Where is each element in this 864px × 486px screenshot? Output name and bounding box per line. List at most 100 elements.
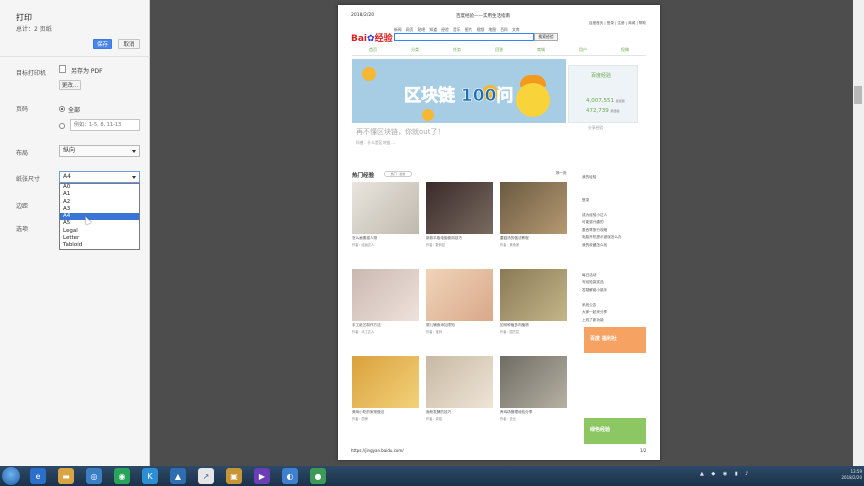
print-preview-page[interactable]: 2018/2/20 百度经验——实用生活指南 百度首页 | 登录 | 注册 | … (338, 5, 660, 460)
paper-option[interactable]: Letter (60, 235, 139, 242)
scrollbar-thumb[interactable] (854, 86, 862, 104)
article-author: 作者：厨房 (352, 417, 368, 421)
emoji-face-icon (516, 83, 550, 117)
right-col-line: 可能感兴趣的 (582, 220, 604, 224)
search-button: 搜索经验 (534, 33, 558, 41)
paper-size-value: A4 (63, 173, 71, 180)
folder-icon[interactable]: ▬ (58, 468, 74, 484)
article-thumbnail (352, 356, 419, 408)
chevron-down-icon (132, 176, 136, 179)
pages-all-radio[interactable] (59, 106, 65, 112)
green-ad-text: 绿色经验 (590, 427, 611, 433)
preview-scrollbar[interactable] (853, 0, 864, 466)
cancel-button[interactable]: 取消 (118, 39, 140, 49)
save-button[interactable]: 保存 (93, 39, 112, 49)
paper-option[interactable]: A0 (60, 184, 139, 191)
right-col-line (582, 205, 646, 213)
dialog-title: 打印 (16, 13, 32, 22)
article-title: 蘑菇汤的做法教程 (500, 236, 529, 240)
change-destination-button[interactable]: 更改... (59, 80, 81, 90)
right-col-line (582, 190, 646, 198)
page-header-date: 2018/2/20 (351, 13, 375, 18)
k-app-icon[interactable]: K (142, 468, 158, 484)
category-row: 首页 分类 任务 回答 商城 用户 投稿 (352, 47, 646, 56)
destination-label: 目标打印机 (16, 70, 47, 77)
article-author: 作者：手工达人 (352, 330, 375, 334)
paper-size-select[interactable]: A4 (59, 171, 140, 183)
stats-count-2: 472,739 篇经验 (586, 108, 620, 114)
top-links: 百度首页 | 登录 | 注册 | 商城 | 帮助 (588, 21, 646, 25)
start-button[interactable] (2, 467, 20, 485)
media-player-icon[interactable]: ▶ (254, 468, 270, 484)
pages-range-radio[interactable] (59, 123, 65, 129)
layout-value: 纵向 (63, 147, 76, 154)
paper-option[interactable]: Legal (60, 228, 139, 235)
paw-icon: ✿ (367, 34, 375, 44)
paper-size-dropdown: A0 A1 A2 A3 A4 A5 Legal Letter Tabloid (59, 183, 140, 250)
right-col-line (582, 250, 646, 258)
article-thumbnail (352, 182, 419, 234)
page-header-title: 百度经验——实用生活指南 (456, 14, 510, 19)
bitcoin-icon (362, 67, 376, 81)
paper-option[interactable]: A2 (60, 199, 139, 206)
stats-unit: 篇经验 (615, 99, 625, 103)
wechat-icon[interactable]: ◉ (114, 468, 130, 484)
teaser-title: 再不懂区块链，你就out了！ (356, 128, 445, 136)
paper-option[interactable]: A5 (60, 220, 139, 227)
article-thumbnail (500, 269, 567, 321)
clock: 13:59 2018/2/20 (836, 469, 862, 481)
right-col-line: 大家一起来分享 (582, 310, 608, 314)
article-title: 面粉发酵的技巧 (426, 410, 452, 414)
right-col-line: 成为经验小达人 (582, 212, 608, 217)
article-title: 新款平板电脑使用技巧 (426, 236, 462, 240)
article-title: 怎么画素描人物 (352, 236, 378, 240)
right-col-line: 上线了新功能 (582, 317, 604, 322)
right-col-line: 墨西哥旅行攻略 (582, 227, 608, 232)
ie-icon[interactable]: e (30, 468, 46, 484)
bitcoin-icon (422, 109, 434, 121)
green-ad: 绿色经验 (584, 418, 646, 444)
stats-box: 百度经验 4,007,551 篇经验 472,739 篇经验 (568, 65, 638, 123)
refresh-link: 换一批 (556, 171, 567, 175)
right-col-line: 电脑开机提示错误怎么办 (582, 235, 622, 239)
article-thumbnail (500, 182, 567, 234)
right-column: 我的经验 登录 成为经验小达人 可能感兴趣的 墨西哥旅行攻略 电脑开机提示错误怎么办 我的收… (582, 175, 646, 325)
pdf-icon (59, 65, 66, 73)
browser-icon[interactable]: ◐ (282, 468, 298, 484)
article-thumbnail (426, 269, 493, 321)
page-footer-number: 1/2 (640, 448, 647, 453)
layout-select[interactable]: 纵向 (59, 145, 140, 157)
app-icon[interactable]: ◎ (86, 468, 102, 484)
article-author: 作者：宝妈 (426, 330, 442, 334)
welfare-ad-text: 百度 福利社 (590, 336, 617, 342)
right-col-line (582, 183, 646, 191)
pages-range-input[interactable] (70, 119, 140, 131)
paper-option[interactable]: A3 (60, 206, 139, 213)
qq-icon[interactable]: ▲ (170, 468, 186, 484)
category-item: 回答 (495, 47, 503, 52)
article-title: 养鸡场管理经验分享 (500, 410, 533, 414)
article-author: 作者：农业 (500, 417, 516, 421)
article-title: 如何种植多肉植物 (500, 323, 529, 327)
blockchain-banner: 区块链 100问 (352, 59, 566, 123)
arrow-app-icon[interactable]: ↗ (198, 468, 214, 484)
tray-icons: ▲ ◆ ◉ ▮ ♪ (700, 471, 752, 477)
stats-unit: 篇经验 (610, 109, 620, 113)
paper-option[interactable]: A1 (60, 191, 139, 198)
chrome-icon[interactable]: ● (310, 468, 326, 484)
article-title: 婴儿辅食添加须知 (426, 323, 455, 327)
article-author: 作者：绘画达人 (352, 243, 375, 247)
file-app-icon[interactable]: ▣ (226, 468, 242, 484)
page-footer-url: https://jingyan.baidu.com/ (351, 448, 404, 453)
chevron-down-icon (132, 150, 136, 153)
category-item: 首页 (369, 47, 377, 52)
logo-left: Bai (351, 34, 368, 44)
options-label: 选项 (16, 226, 29, 233)
teaser-sub: 科普：什么是区块链 ... (356, 140, 395, 145)
paper-option[interactable]: A4 (60, 213, 139, 221)
article-thumbnail (426, 356, 493, 408)
article-title: 手工纸艺制作方法 (352, 323, 381, 327)
paper-size-label: 纸张尺寸 (16, 176, 41, 183)
paper-option[interactable]: Tabloid (60, 242, 139, 249)
right-col-line: 每日活动 (582, 272, 597, 277)
